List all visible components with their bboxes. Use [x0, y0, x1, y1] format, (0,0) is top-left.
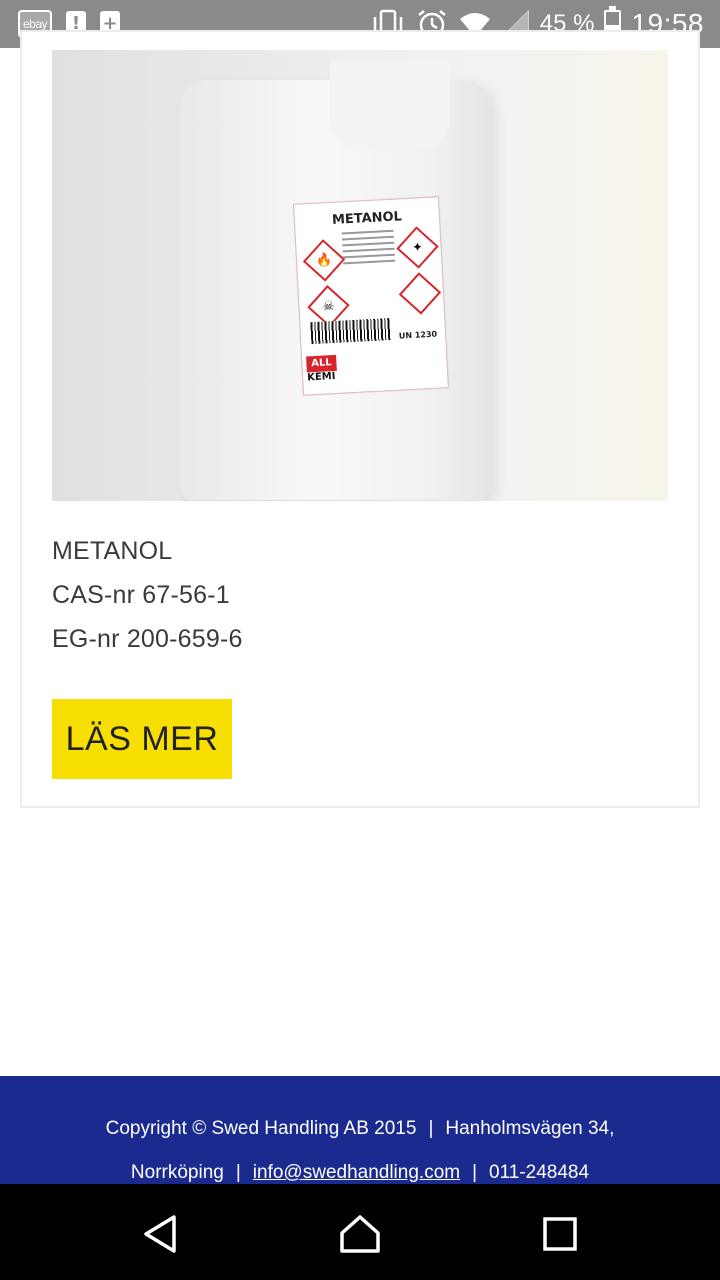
empty-hazard-icon — [398, 272, 442, 315]
home-button[interactable] — [338, 1212, 382, 1256]
flame-hazard-icon: 🔥 — [302, 239, 346, 282]
footer-line-1: Copyright © Swed Handling AB 2015 | Hanhol… — [0, 1118, 720, 1140]
product-name: METANOL — [52, 537, 173, 565]
recent-apps-button[interactable] — [538, 1212, 582, 1256]
kemi-logo: ALL KEMI — [306, 354, 338, 391]
footer-address-city: Norrköping — [130, 1162, 224, 1183]
product-image[interactable]: METANOL 🔥 ✦ ☠ UN 1230 ALL KEMI — [52, 50, 668, 501]
read-more-button[interactable]: LÄS MER — [52, 699, 232, 779]
product-label-illustration: METANOL 🔥 ✦ ☠ UN 1230 ALL KEMI — [293, 196, 449, 396]
label-text-lines — [341, 229, 396, 269]
footer-email-link[interactable]: info@swedhandling.com — [253, 1162, 460, 1183]
label-un-number: UN 1230 — [398, 329, 438, 341]
back-icon — [144, 1215, 176, 1253]
navigation-bar — [0, 1184, 720, 1280]
recent-apps-icon — [543, 1217, 577, 1251]
canister-handle — [330, 60, 450, 150]
product-cas-number: CAS-nr 67-56-1 — [52, 581, 230, 609]
footer-address-street: Hanholmsvägen 34, — [445, 1118, 615, 1139]
footer-separator: | — [472, 1162, 478, 1183]
health-hazard-icon: ✦ — [396, 226, 439, 269]
footer-phone[interactable]: 011-248484 — [489, 1162, 589, 1183]
footer: Copyright © Swed Handling AB 2015 | Hanhol… — [0, 1076, 720, 1184]
back-button[interactable] — [138, 1212, 182, 1256]
ebay-icon-label: ebay — [22, 17, 48, 31]
barcode — [310, 318, 392, 345]
home-icon — [340, 1215, 380, 1253]
footer-separator: | — [235, 1162, 241, 1183]
product-card: METANOL 🔥 ✦ ☠ UN 1230 ALL KEMI METANOL C… — [20, 30, 700, 808]
footer-separator: | — [428, 1118, 434, 1139]
footer-line-2: Norrköping | info@swedhandling.com | 011-248… — [0, 1162, 720, 1184]
footer-copyright: Copyright © Swed Handling AB 2015 — [105, 1118, 417, 1139]
product-eg-number: EG-nr 200-659-6 — [52, 625, 243, 653]
kemi-logo-text: KEMI — [306, 370, 336, 384]
